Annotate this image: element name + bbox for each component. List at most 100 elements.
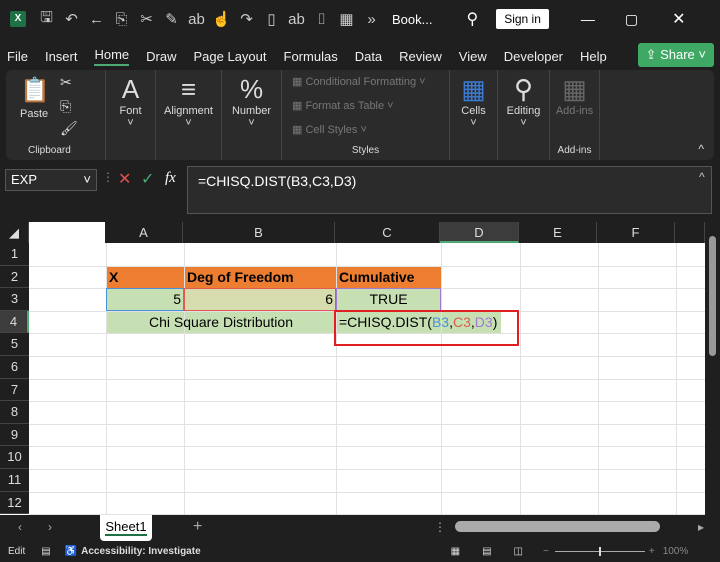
prev-sheet-icon[interactable]: ‹	[18, 520, 22, 534]
cells-group[interactable]: ▦ Cells ˅	[450, 70, 498, 160]
more-commands-icon[interactable]: »	[359, 11, 384, 28]
camera-icon[interactable]: ⌷	[309, 11, 334, 28]
tab-options-icon[interactable]: ⋮	[434, 520, 446, 534]
tab-draw[interactable]: Draw	[146, 49, 176, 64]
share-button[interactable]: ⇪ Share ˅	[637, 43, 714, 67]
row-header-4[interactable]: 4	[0, 310, 29, 334]
tab-view[interactable]: View	[459, 49, 487, 64]
cancel-icon[interactable]: ✕	[118, 169, 131, 189]
zoom-out-icon[interactable]: −	[543, 546, 549, 557]
paste-icon[interactable]: 📋	[20, 76, 50, 105]
row-header-10[interactable]: 10	[0, 446, 29, 469]
chevron-down-icon[interactable]: ˅	[83, 172, 91, 187]
search-icon[interactable]: ⚲	[466, 9, 478, 29]
format-as-table-button[interactable]: ▦ Format as Table ˅	[282, 94, 449, 118]
formula-input[interactable]: =CHISQ.DIST(B3,C3,D3)	[187, 166, 712, 214]
cell-b4-merged[interactable]: Chi Square Distribution	[106, 311, 336, 333]
next-sheet-icon[interactable]: ›	[48, 520, 52, 534]
sheet-tab-sheet1[interactable]: Sheet1	[100, 515, 152, 541]
row-header-8[interactable]: 8	[0, 401, 29, 424]
font-group[interactable]: A Font ˅	[106, 70, 156, 160]
insert-function-icon[interactable]: fx	[165, 170, 176, 187]
sign-in-button[interactable]: Sign in	[496, 9, 549, 29]
tab-home[interactable]: Home	[94, 47, 130, 66]
cell-c2[interactable]: Deg of Freedom	[184, 266, 297, 288]
copy-icon[interactable]: ⎘	[109, 11, 134, 28]
save-icon[interactable]: 🖫	[34, 7, 59, 32]
enter-icon[interactable]: ✓	[141, 169, 154, 189]
undo-icon[interactable]: ↶	[59, 10, 84, 28]
tab-insert[interactable]: Insert	[45, 49, 78, 64]
alignment-group[interactable]: ≡ Alignment ˅	[156, 70, 222, 160]
row-header-6[interactable]: 6	[0, 356, 29, 379]
vertical-scroll-thumb[interactable]	[709, 236, 716, 356]
maximize-icon[interactable]: ▢	[625, 11, 638, 28]
spelling-icon[interactable]: ab	[184, 11, 209, 28]
cell-d2[interactable]: Cumulative	[336, 266, 417, 288]
column-header-d[interactable]: D	[440, 222, 519, 243]
new-file-icon[interactable]: ▯	[259, 10, 284, 28]
cut-icon[interactable]: ✂	[60, 74, 72, 91]
edit-icon[interactable]: ✎	[159, 10, 184, 28]
tab-help[interactable]: Help	[580, 49, 607, 64]
editing-group[interactable]: ⚲ Editing ˅	[498, 70, 550, 160]
conditional-formatting-button[interactable]: ▦ Conditional Formatting ˅	[282, 70, 449, 94]
row-header-2[interactable]: 2	[0, 265, 29, 289]
column-header-e[interactable]: E	[519, 222, 597, 243]
tab-page-layout[interactable]: Page Layout	[194, 49, 267, 64]
name-box[interactable]: EXP ˅	[5, 169, 97, 191]
spreadsheet-grid[interactable]: ◢ ABCDEFG123456789101112XDeg of FreedomC…	[0, 222, 705, 515]
page-break-view-icon[interactable]: ◫	[514, 546, 523, 557]
row-header-5[interactable]: 5	[0, 333, 29, 356]
vertical-scrollbar[interactable]	[705, 222, 720, 515]
tab-data[interactable]: Data	[355, 49, 382, 64]
cell-styles-button[interactable]: ▦ Cell Styles ˅	[282, 118, 449, 142]
collapse-ribbon-icon[interactable]: ^	[698, 142, 704, 156]
zoom-in-icon[interactable]: +	[649, 546, 655, 557]
row-header-3[interactable]: 3	[0, 288, 29, 311]
cut-icon[interactable]: ✂	[134, 10, 159, 28]
row-header-1[interactable]: 1	[0, 243, 29, 266]
form-icon[interactable]: ▦	[334, 10, 359, 28]
page-layout-view-icon[interactable]: ▤	[482, 546, 491, 557]
close-icon[interactable]: ✕	[672, 9, 685, 29]
column-header-c[interactable]: C	[335, 222, 440, 243]
number-label: Number	[231, 105, 272, 117]
select-all-button[interactable]: ◢	[0, 222, 29, 243]
redo-icon[interactable]: ↷	[234, 10, 259, 28]
format-painter-icon[interactable]: 🖌	[60, 120, 78, 137]
tab-developer[interactable]: Developer	[504, 49, 563, 64]
strikethrough-icon[interactable]: ab	[284, 11, 309, 28]
column-header-a[interactable]: A	[105, 222, 183, 243]
paste-button[interactable]: Paste	[20, 108, 48, 120]
add-sheet-icon[interactable]: +	[193, 518, 202, 536]
back-icon[interactable]: ←	[84, 11, 109, 28]
horizontal-scrollbar[interactable]	[455, 521, 660, 532]
document-title[interactable]: Book...	[392, 12, 432, 27]
row-header-7[interactable]: 7	[0, 378, 29, 402]
number-group[interactable]: % Number ˅	[222, 70, 282, 160]
row-header-12[interactable]: 12	[0, 491, 29, 515]
tab-formulas[interactable]: Formulas	[284, 49, 338, 64]
addins-button[interactable]: Add-ins	[550, 105, 599, 117]
column-header-b[interactable]: B	[183, 222, 335, 243]
copy-icon[interactable]: ⎘	[60, 98, 71, 115]
cell-b2[interactable]: X	[106, 266, 121, 288]
reference-border-c3	[184, 288, 336, 311]
accessibility-button[interactable]: Accessibility: Investigate	[81, 546, 201, 557]
minimize-icon[interactable]: —	[581, 11, 595, 27]
row-header-11[interactable]: 11	[0, 469, 29, 492]
macro-icon[interactable]: ▤	[41, 546, 50, 557]
more-options-icon[interactable]: ⋮	[102, 170, 114, 184]
editing-label: Editing	[506, 105, 541, 117]
column-header-f[interactable]: F	[597, 222, 675, 243]
scroll-right-icon[interactable]: ▸	[698, 520, 704, 534]
tab-review[interactable]: Review	[399, 49, 442, 64]
zoom-level[interactable]: 100%	[663, 546, 689, 557]
zoom-slider[interactable]	[554, 547, 645, 556]
normal-view-icon[interactable]: ▦	[451, 546, 460, 557]
touch-mode-icon[interactable]: ☝	[209, 10, 234, 28]
tab-file[interactable]: File	[7, 49, 28, 64]
expand-formula-icon[interactable]: ^	[699, 170, 705, 184]
row-header-9[interactable]: 9	[0, 423, 29, 447]
